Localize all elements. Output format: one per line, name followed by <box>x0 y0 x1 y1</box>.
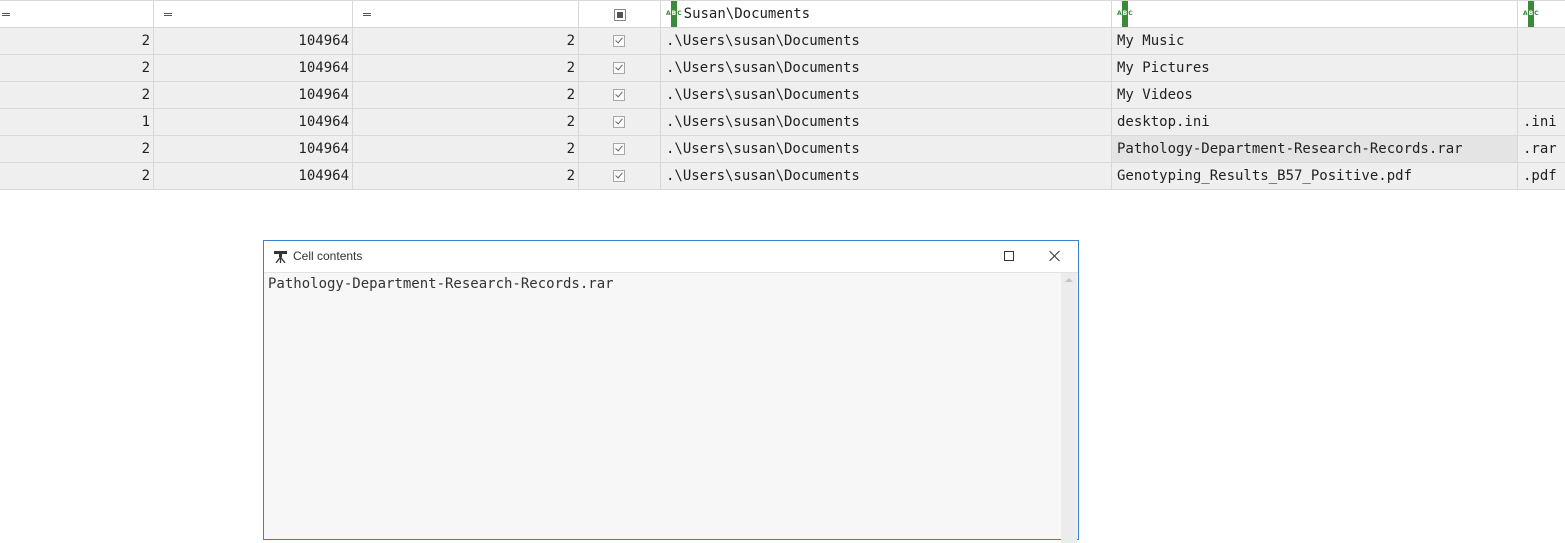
cell-count[interactable]: 2 <box>0 163 154 189</box>
table-row[interactable]: 2 104964 2 .\Users\susan\Documents My Pictur… <box>0 55 1565 82</box>
numeric-type-icon <box>363 13 371 16</box>
row-checkbox[interactable] <box>613 35 625 47</box>
checkmark-icon <box>615 170 623 179</box>
grid-header-row: ABC Susan\Documents ABC ABC <box>0 0 1565 28</box>
table-row[interactable]: 2 104964 2 .\Users\susan\Documents My Music <box>0 28 1565 55</box>
row-checkbox[interactable] <box>613 62 625 74</box>
cell-extension[interactable] <box>1518 82 1565 108</box>
cell-name[interactable]: desktop.ini <box>1112 109 1518 135</box>
cell-path[interactable]: .\Users\susan\Documents <box>661 136 1112 162</box>
select-all-checkbox[interactable] <box>614 9 626 21</box>
checkmark-icon <box>615 89 623 98</box>
cell-path[interactable]: .\Users\susan\Documents <box>661 109 1112 135</box>
cell-size[interactable]: 104964 <box>154 136 353 162</box>
table-row[interactable]: 1 104964 2 .\Users\susan\Documents desktop.i… <box>0 109 1565 136</box>
column-header-path[interactable]: ABC Susan\Documents <box>661 1 1112 27</box>
cell-checkbox[interactable] <box>579 136 661 162</box>
vertical-scrollbar[interactable] <box>1061 273 1077 543</box>
telescope-icon <box>274 251 287 263</box>
cell-name[interactable]: Pathology-Department-Research-Records.ra… <box>1112 136 1518 162</box>
cell-extension[interactable] <box>1518 28 1565 54</box>
cell-count[interactable]: 1 <box>0 109 154 135</box>
cell-name[interactable]: My Videos <box>1112 82 1518 108</box>
numeric-type-icon <box>2 13 10 16</box>
maximize-icon[interactable] <box>1004 251 1014 261</box>
row-checkbox[interactable] <box>613 116 625 128</box>
row-checkbox[interactable] <box>613 89 625 101</box>
table-row[interactable]: 2 104964 2 .\Users\susan\Documents My Videos <box>0 82 1565 109</box>
column-header-checkbox[interactable] <box>579 1 661 27</box>
cell-contents-dialog: Cell contents Pathology-Department-Resea… <box>263 240 1079 543</box>
cell-checkbox[interactable] <box>579 28 661 54</box>
close-icon[interactable] <box>1047 248 1063 264</box>
checkmark-icon <box>615 35 623 44</box>
text-type-icon: ABC <box>666 1 682 27</box>
column-header-path-label: Susan\Documents <box>683 6 811 22</box>
cell-checkbox[interactable] <box>579 109 661 135</box>
row-checkbox[interactable] <box>613 170 625 182</box>
cell-checkbox[interactable] <box>579 55 661 81</box>
cell-extension[interactable]: .rar <box>1518 136 1565 162</box>
checkmark-icon <box>615 62 623 71</box>
cell-checkbox[interactable] <box>579 163 661 189</box>
cell-value[interactable]: 2 <box>353 163 579 189</box>
cell-name[interactable]: My Music <box>1112 28 1518 54</box>
cell-checkbox[interactable] <box>579 82 661 108</box>
cell-path[interactable]: .\Users\susan\Documents <box>661 55 1112 81</box>
cell-size[interactable]: 104964 <box>154 55 353 81</box>
cell-content-text[interactable]: Pathology-Department-Research-Records.ra… <box>268 276 614 292</box>
column-header-3[interactable] <box>353 1 579 27</box>
cell-size[interactable]: 104964 <box>154 82 353 108</box>
cell-size[interactable]: 104964 <box>154 28 353 54</box>
dialog-title: Cell contents <box>293 249 363 263</box>
column-header-2[interactable] <box>154 1 353 27</box>
cell-extension[interactable] <box>1518 55 1565 81</box>
cell-name[interactable]: My Pictures <box>1112 55 1518 81</box>
cell-size[interactable]: 104964 <box>154 109 353 135</box>
cell-path[interactable]: .\Users\susan\Documents <box>661 28 1112 54</box>
cell-path[interactable]: .\Users\susan\Documents <box>661 163 1112 189</box>
cell-count[interactable]: 2 <box>0 28 154 54</box>
numeric-type-icon <box>164 13 172 16</box>
cell-extension[interactable]: .pdf <box>1518 163 1565 189</box>
cell-size[interactable]: 104964 <box>154 163 353 189</box>
cell-value[interactable]: 2 <box>353 28 579 54</box>
text-type-icon: ABC <box>1523 1 1539 27</box>
scroll-up-arrow-icon[interactable] <box>1065 278 1073 282</box>
checkmark-icon <box>615 143 623 152</box>
cell-value[interactable]: 2 <box>353 136 579 162</box>
cell-count[interactable]: 2 <box>0 136 154 162</box>
cell-count[interactable]: 2 <box>0 55 154 81</box>
dialog-titlebar[interactable]: Cell contents <box>264 241 1078 273</box>
cell-extension[interactable]: .ini <box>1518 109 1565 135</box>
data-grid: ABC Susan\Documents ABC ABC 2 104964 2 .\Use… <box>0 0 1565 190</box>
cell-value[interactable]: 2 <box>353 55 579 81</box>
column-header-name[interactable]: ABC <box>1112 1 1518 27</box>
text-type-icon: ABC <box>1117 1 1133 27</box>
table-row[interactable]: 2 104964 2 .\Users\susan\Documents Pathology… <box>0 136 1565 163</box>
table-row[interactable]: 2 104964 2 .\Users\susan\Documents Genotypin… <box>0 163 1565 190</box>
row-checkbox[interactable] <box>613 143 625 155</box>
cell-count[interactable]: 2 <box>0 82 154 108</box>
column-header-1[interactable] <box>0 1 154 27</box>
checkmark-icon <box>615 116 623 125</box>
cell-path[interactable]: .\Users\susan\Documents <box>661 82 1112 108</box>
column-header-ext[interactable]: ABC <box>1518 1 1565 27</box>
cell-value[interactable]: 2 <box>353 82 579 108</box>
cell-name[interactable]: Genotyping_Results_B57_Positive.pdf <box>1112 163 1518 189</box>
cell-value[interactable]: 2 <box>353 109 579 135</box>
